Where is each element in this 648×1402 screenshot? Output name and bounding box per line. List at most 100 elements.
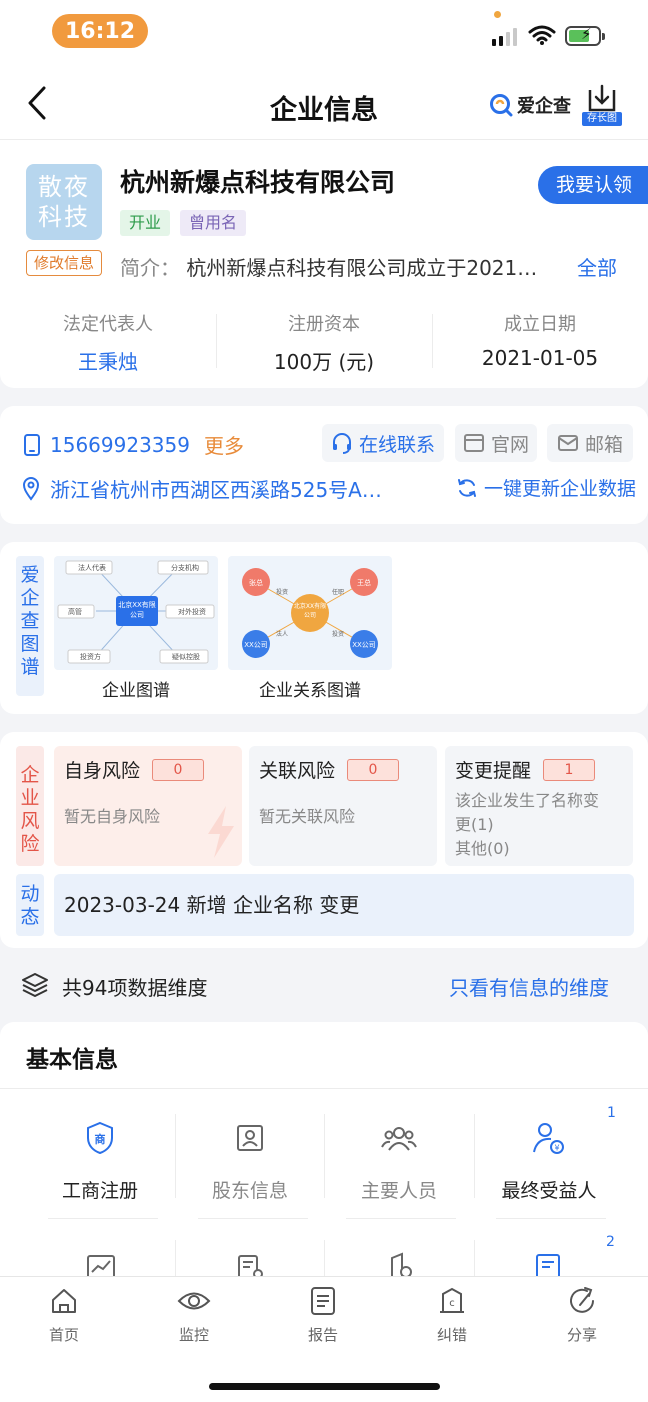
former-name-tag[interactable]: 曾用名 xyxy=(180,210,247,236)
related-risk-box[interactable]: 关联风险 0 暂无关联风险 xyxy=(249,746,437,866)
website-button[interactable]: 官网 xyxy=(455,424,537,462)
layers-icon xyxy=(22,973,48,997)
share-icon xyxy=(570,1287,594,1313)
tab-monitor[interactable]: 监控 xyxy=(144,1286,244,1345)
divider xyxy=(0,1088,648,1089)
graph-side-label: 爱企查图谱 xyxy=(16,556,44,696)
self-risk-box[interactable]: 自身风险 0 暂无自身风险 xyxy=(54,746,242,866)
people-group-icon xyxy=(381,1127,417,1151)
brand-logo[interactable]: 爱企查 xyxy=(489,92,571,118)
location-pin-icon xyxy=(22,476,40,501)
id-card-icon xyxy=(237,1125,263,1151)
svg-text:c: c xyxy=(449,1298,455,1309)
headset-icon xyxy=(332,433,351,454)
report-icon[interactable] xyxy=(534,1252,564,1278)
filter-dimensions-link[interactable]: 只看有信息的维度 xyxy=(449,972,609,1001)
save-long-image-button[interactable]: 存长图 xyxy=(582,84,622,126)
change-alert-box[interactable]: 变更提醒 1 该企业发生了名称变 更(1) 其他(0) xyxy=(445,746,633,866)
risk-count-badge: 0 xyxy=(347,758,400,781)
divider xyxy=(48,1218,158,1219)
grid-item-shareholders[interactable]: 股东信息 xyxy=(175,1110,325,1218)
refresh-data-button[interactable]: 一键更新企业数据 xyxy=(456,474,636,501)
shield-badge-icon: 商 xyxy=(87,1121,113,1155)
eye-icon xyxy=(177,1292,211,1310)
tab-home[interactable]: 首页 xyxy=(14,1286,114,1345)
status-tag-open: 开业 xyxy=(120,210,171,236)
svg-text:商: 商 xyxy=(95,1132,106,1146)
divider xyxy=(346,1218,456,1219)
edge-label: 投资 xyxy=(332,630,344,638)
brand-name: 爱企查 xyxy=(517,96,571,117)
email-button[interactable]: 邮箱 xyxy=(547,424,633,462)
person-node: 张总 xyxy=(249,578,263,587)
risk-desc: 暂无关联风险 xyxy=(259,807,356,826)
privacy-indicator-dot xyxy=(494,11,501,18)
user-money-icon: ¥ xyxy=(533,1123,564,1154)
company-logo: 散夜 科技 xyxy=(26,164,102,240)
stat-legal-representative[interactable]: 法定代表人 王秉烛 xyxy=(0,310,216,375)
enterprise-graph-diagram: 法人代表 分支机构 高管 对外投资 投资方 疑似控股 北京XX有限公司 xyxy=(57,560,215,664)
grid-item-business-registration[interactable]: 商 工商注册 xyxy=(25,1110,175,1218)
node-label: 分支机构 xyxy=(171,563,199,572)
node-label: 法人代表 xyxy=(78,563,106,572)
grid-item-label: 最终受益人 xyxy=(501,1180,597,1202)
battery-icon: ⚡ xyxy=(565,25,605,46)
intro-all-link[interactable]: 全部 xyxy=(577,252,617,281)
grid-item-label: 主要人员 xyxy=(360,1180,437,1202)
stat-value[interactable]: 王秉烛 xyxy=(0,346,216,375)
grid-item-beneficial-owner[interactable]: ¥ 最终受益人 xyxy=(474,1110,624,1218)
brand-search-icon xyxy=(490,94,513,117)
address-row[interactable]: 浙江省杭州市西湖区西溪路525号A… xyxy=(22,474,382,503)
tab-label: 分享 xyxy=(566,1326,597,1344)
dynamic-side-label: 动态 xyxy=(16,874,44,936)
intro-text: 杭州新爆点科技有限公司成立于2021… xyxy=(186,256,538,280)
tab-share[interactable]: 分享 xyxy=(532,1286,632,1345)
phone-more-link[interactable]: 更多 xyxy=(204,430,244,459)
refresh-icon xyxy=(458,478,476,497)
company-intro[interactable]: 简介： 杭州新爆点科技有限公司成立于2021… xyxy=(120,252,564,281)
tab-label: 纠错 xyxy=(436,1326,467,1344)
building-icon[interactable] xyxy=(384,1252,416,1278)
enterprise-graph-thumbnail[interactable]: 法人代表 分支机构 高管 对外投资 投资方 疑似控股 北京XX有限公司 xyxy=(54,556,218,670)
document-icon[interactable] xyxy=(236,1254,266,1278)
claim-button[interactable]: 我要认领 xyxy=(538,166,648,204)
enterprise-graph-caption[interactable]: 企业图谱 xyxy=(54,676,218,701)
phone-row[interactable]: 15669923359 更多 xyxy=(22,430,244,459)
phone-icon xyxy=(24,433,40,456)
address-text[interactable]: 浙江省杭州市西湖区西溪路525号A… xyxy=(50,474,382,503)
edge-label: 任职 xyxy=(332,588,344,596)
risk-desc: 其他(0) xyxy=(455,839,510,858)
trend-chart-icon[interactable] xyxy=(86,1254,116,1278)
stat-value: 2021-01-05 xyxy=(481,346,599,370)
stat-label: 成立日期 xyxy=(504,314,576,335)
mail-icon xyxy=(557,435,578,451)
company-name: 杭州新爆点科技有限公司 xyxy=(120,168,396,197)
risk-title: 变更提醒 xyxy=(455,760,532,782)
lightning-watermark-icon xyxy=(208,806,234,858)
person-node: 王总 xyxy=(357,578,371,587)
svg-text:¥: ¥ xyxy=(554,1144,559,1153)
phone-number[interactable]: 15669923359 xyxy=(50,433,190,457)
divider xyxy=(496,1218,606,1219)
dynamic-news-item[interactable]: 2023-03-24 新增 企业名称 变更 xyxy=(54,874,634,936)
relation-graph-thumbnail[interactable]: 投资 任职 法人 投资 张总 王总 XX公司 XX公司 北京XX有限公司 xyxy=(228,556,392,670)
download-icon xyxy=(588,84,616,112)
beneficial-owner-count-badge: 1 xyxy=(607,1105,616,1121)
risk-desc: 该企业发生了名称变 xyxy=(455,791,600,810)
tab-label: 监控 xyxy=(178,1326,209,1344)
correction-icon: c xyxy=(440,1287,464,1313)
stat-registered-capital: 注册资本 100万 (元) xyxy=(216,310,432,375)
cellular-signal-icon xyxy=(492,28,517,46)
company-node: XX公司 xyxy=(244,641,268,649)
stat-label: 法定代表人 xyxy=(63,314,153,335)
grid-item-key-personnel[interactable]: 主要人员 xyxy=(324,1110,474,1218)
section-title: 基本信息 xyxy=(26,1047,118,1073)
relation-graph-caption[interactable]: 企业关系图谱 xyxy=(228,676,392,701)
tab-report[interactable]: 报告 xyxy=(273,1286,373,1345)
edit-info-button[interactable]: 修改信息 xyxy=(26,250,103,276)
online-contact-label: 在线联系 xyxy=(358,433,435,456)
grid-item-label: 工商注册 xyxy=(61,1180,138,1202)
browser-icon xyxy=(463,434,484,452)
tab-correction[interactable]: c 纠错 xyxy=(402,1286,502,1345)
online-contact-button[interactable]: 在线联系 xyxy=(322,424,444,462)
